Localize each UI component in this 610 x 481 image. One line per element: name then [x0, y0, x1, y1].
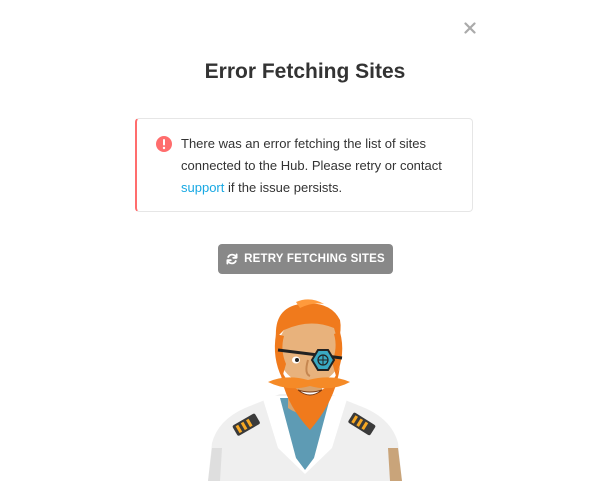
alert-message: There was an error fetching the list of … — [181, 133, 461, 199]
close-button[interactable] — [460, 18, 480, 38]
alert-text-before: There was an error fetching the list of … — [181, 136, 442, 173]
retry-button-label: RETRY FETCHING SITES — [244, 253, 385, 265]
pirate-captain-mascot — [208, 299, 402, 481]
support-link[interactable]: support — [181, 180, 224, 195]
error-alert: There was an error fetching the list of … — [135, 118, 473, 212]
dialog-title: Error Fetching Sites — [204, 60, 406, 83]
error-icon — [156, 136, 172, 152]
retry-fetching-sites-button[interactable]: RETRY FETCHING SITES — [218, 244, 393, 274]
refresh-icon — [226, 253, 238, 265]
alert-text-after: if the issue persists. — [224, 180, 343, 195]
close-icon — [464, 22, 476, 34]
